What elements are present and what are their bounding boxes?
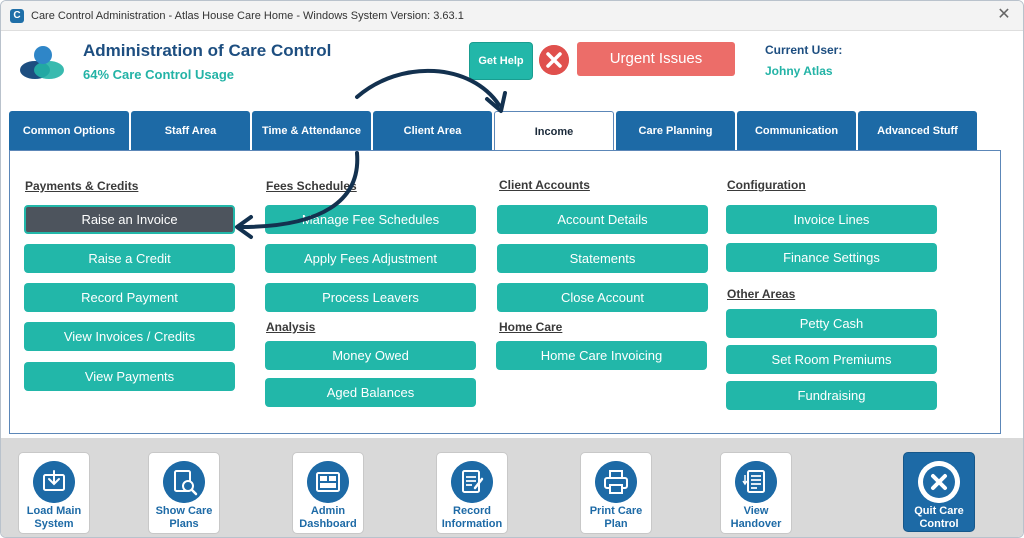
care-plans-icon bbox=[163, 461, 205, 503]
raise-invoice-button[interactable]: Raise an Invoice bbox=[24, 205, 235, 234]
quit-icon bbox=[918, 461, 960, 503]
tab-time-attendance[interactable]: Time & Attendance bbox=[252, 111, 371, 151]
print-care-plan-button[interactable]: Print Care Plan bbox=[580, 452, 652, 534]
home-care-invoicing-button[interactable]: Home Care Invoicing bbox=[496, 341, 707, 370]
care-control-logo bbox=[20, 46, 64, 79]
current-user-label: Current User: bbox=[765, 43, 843, 57]
record-payment-button[interactable]: Record Payment bbox=[24, 283, 235, 312]
close-account-button[interactable]: Close Account bbox=[497, 283, 708, 312]
window-title: Care Control Administration - Atlas Hous… bbox=[31, 10, 464, 22]
usage-indicator: 64% Care Control Usage bbox=[83, 67, 234, 82]
app-window: C Care Control Administration - Atlas Ho… bbox=[0, 0, 1024, 538]
account-details-button[interactable]: Account Details bbox=[497, 205, 708, 234]
section-analysis: Analysis bbox=[266, 320, 316, 334]
show-care-plans-button[interactable]: Show Care Plans bbox=[148, 452, 220, 534]
record-information-button[interactable]: Record Information bbox=[436, 452, 508, 534]
tab-care-planning[interactable]: Care Planning bbox=[616, 111, 735, 151]
dashboard-icon bbox=[307, 461, 349, 503]
money-owed-button[interactable]: Money Owed bbox=[265, 341, 476, 370]
tab-client-area[interactable]: Client Area bbox=[373, 111, 492, 151]
section-configuration: Configuration bbox=[727, 178, 806, 192]
close-window-button[interactable]: ✕ bbox=[995, 6, 1013, 24]
view-payments-button[interactable]: View Payments bbox=[24, 362, 235, 391]
print-care-plan-label: Print Care Plan bbox=[589, 505, 643, 530]
process-leavers-button[interactable]: Process Leavers bbox=[265, 283, 476, 312]
apply-fees-adjustment-button[interactable]: Apply Fees Adjustment bbox=[265, 244, 476, 273]
section-fees-schedules: Fees Schedules bbox=[266, 179, 357, 193]
invoice-lines-button[interactable]: Invoice Lines bbox=[726, 205, 937, 234]
raise-credit-button[interactable]: Raise a Credit bbox=[24, 244, 235, 273]
tab-common-options[interactable]: Common Options bbox=[9, 111, 129, 151]
show-care-plans-label: Show Care Plans bbox=[155, 505, 213, 530]
admin-dashboard-button[interactable]: Admin Dashboard bbox=[292, 452, 364, 534]
app-title: Administration of Care Control bbox=[83, 41, 332, 60]
title-bar: C Care Control Administration - Atlas Ho… bbox=[1, 1, 1023, 31]
fundraising-button[interactable]: Fundraising bbox=[726, 381, 937, 410]
quit-care-control-button[interactable]: Quit Care Control bbox=[903, 452, 975, 532]
close-alert-icon[interactable] bbox=[539, 45, 569, 75]
view-handover-button[interactable]: View Handover bbox=[720, 452, 792, 534]
tab-staff-area[interactable]: Staff Area bbox=[131, 111, 250, 151]
petty-cash-button[interactable]: Petty Cash bbox=[726, 309, 937, 338]
current-user-name: Johny Atlas bbox=[765, 64, 833, 78]
tab-bar: Common Options Staff Area Time & Attenda… bbox=[9, 111, 1009, 152]
section-payments-credits: Payments & Credits bbox=[25, 179, 139, 193]
bottom-toolbar: Load Main System Show Care Plans Admin D… bbox=[1, 438, 1023, 537]
section-home-care: Home Care bbox=[499, 320, 563, 334]
section-client-accounts: Client Accounts bbox=[499, 178, 590, 192]
get-help-button[interactable]: Get Help bbox=[469, 42, 533, 80]
view-handover-label: View Handover bbox=[730, 505, 782, 530]
urgent-issues-button[interactable]: Urgent Issues bbox=[577, 42, 735, 76]
quit-care-control-label: Quit Care Control bbox=[914, 505, 964, 530]
printer-icon bbox=[595, 461, 637, 503]
app-icon: C bbox=[10, 9, 24, 23]
load-system-icon bbox=[33, 461, 75, 503]
statements-button[interactable]: Statements bbox=[497, 244, 708, 273]
record-information-label: Record Information bbox=[441, 505, 503, 530]
load-main-system-label: Load Main System bbox=[26, 505, 82, 530]
set-room-premiums-button[interactable]: Set Room Premiums bbox=[726, 345, 937, 374]
tab-communication[interactable]: Communication bbox=[737, 111, 856, 151]
section-other-areas: Other Areas bbox=[727, 287, 796, 301]
finance-settings-button[interactable]: Finance Settings bbox=[726, 243, 937, 272]
manage-fee-schedules-button[interactable]: Manage Fee Schedules bbox=[265, 205, 476, 234]
admin-dashboard-label: Admin Dashboard bbox=[299, 505, 357, 530]
view-invoices-credits-button[interactable]: View Invoices / Credits bbox=[24, 322, 235, 351]
record-info-icon bbox=[451, 461, 493, 503]
tab-advanced-stuff[interactable]: Advanced Stuff bbox=[858, 111, 977, 151]
income-panel: Payments & Credits Raise an Invoice Rais… bbox=[9, 150, 1001, 434]
aged-balances-button[interactable]: Aged Balances bbox=[265, 378, 476, 407]
load-main-system-button[interactable]: Load Main System bbox=[18, 452, 90, 534]
header: Administration of Care Control 64% Care … bbox=[1, 31, 1023, 101]
tab-income[interactable]: Income bbox=[494, 111, 614, 152]
handover-icon bbox=[735, 461, 777, 503]
